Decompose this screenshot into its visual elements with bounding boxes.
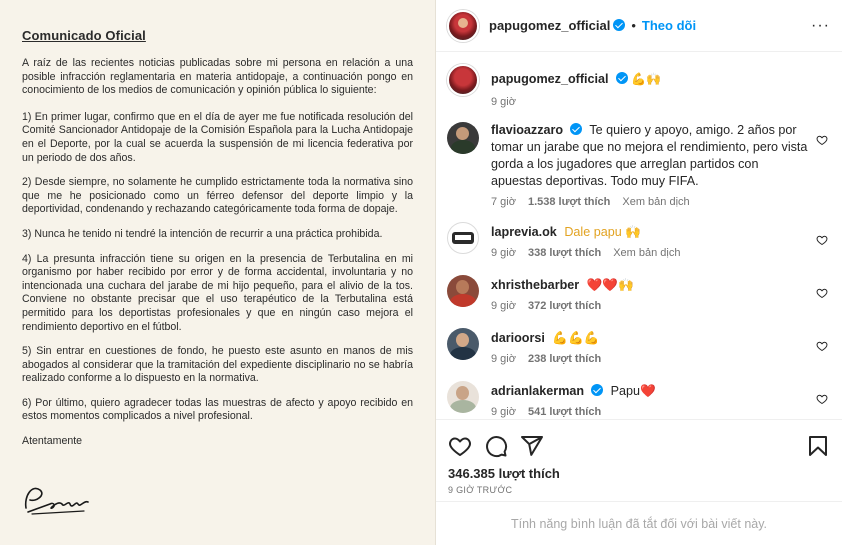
comments-disabled-notice: Tính năng bình luận đã tắt đối với bài v… <box>436 501 842 545</box>
document-point-1: 1) En primer lugar, confirmo que en el d… <box>22 110 413 164</box>
comment-username[interactable]: laprevia.ok <box>491 225 557 239</box>
verified-badge-icon <box>615 72 628 84</box>
comment-likes[interactable]: 1.538 lượt thích <box>528 196 610 208</box>
heart-icon[interactable] <box>816 393 828 405</box>
heart-icon[interactable] <box>816 234 828 246</box>
post-panel: papugomez_official • Theo dõi ··· papugo… <box>436 0 842 545</box>
separator-dot: • <box>631 18 636 33</box>
post-actions: 346.385 lượt thích 9 giờ trước <box>436 419 842 495</box>
comment-item: xhristhebarber ❤️❤️🙌 9 giờ 372 lượt thíc… <box>447 275 830 312</box>
comment-time[interactable]: 9 giờ <box>491 353 516 365</box>
comment-time[interactable]: 9 giờ <box>491 406 516 418</box>
heart-icon[interactable] <box>448 434 472 458</box>
comment-likes[interactable]: 541 lượt thích <box>528 406 601 418</box>
caption-text: 💪🙌 <box>631 72 661 86</box>
heart-icon[interactable] <box>816 340 828 352</box>
document-point-6: 6) Por último, quiero agradecer todas la… <box>22 396 413 423</box>
translate-link[interactable]: Xem bản dịch <box>622 196 689 208</box>
document-closing: Atentamente <box>22 435 83 448</box>
comment-username[interactable]: adrianlakerman <box>491 384 584 398</box>
comment-item: darioorsi 💪💪💪 9 giờ 238 lượt thích <box>447 328 830 365</box>
comment-username[interactable]: darioorsi <box>491 331 545 345</box>
comment-avatar[interactable] <box>447 381 479 413</box>
comment-avatar[interactable] <box>447 222 479 254</box>
document-point-5: 5) Sin entrar en cuestiones de fondo, he… <box>22 345 413 385</box>
comment-avatar[interactable] <box>447 328 479 360</box>
comment-item: laprevia.ok Dale papu 🙌 9 giờ 338 lượt t… <box>447 222 830 259</box>
comment-likes[interactable]: 238 lượt thích <box>528 353 601 365</box>
author-username-link[interactable]: papugomez_official <box>489 18 626 33</box>
translate-link[interactable]: Xem bản dịch <box>613 247 680 259</box>
comment-avatar[interactable] <box>447 122 479 154</box>
action-row <box>448 428 830 464</box>
verified-badge-icon <box>570 123 583 135</box>
caption-avatar[interactable] <box>447 64 479 96</box>
comment-icon[interactable] <box>484 434 508 458</box>
comment-avatar[interactable] <box>447 275 479 307</box>
verified-badge-icon <box>591 384 604 396</box>
heart-icon[interactable] <box>816 134 828 146</box>
comment-text: ❤️❤️🙌 <box>586 278 634 292</box>
document-point-2: 2) Desde siempre, no solamente he cumpli… <box>22 176 413 216</box>
comment-time[interactable]: 7 giờ <box>491 196 516 208</box>
comment-text: 💪💪💪 <box>552 331 600 345</box>
comment-username[interactable]: flavioazzaro <box>491 123 563 137</box>
follow-button[interactable]: Theo dõi <box>642 18 696 33</box>
likes-count[interactable]: 346.385 lượt thích <box>448 466 830 481</box>
post-time[interactable]: 9 giờ trước <box>448 485 830 495</box>
comments-list[interactable]: papugomez_official 💪🙌 9 giờ flavioazzaro… <box>436 52 842 419</box>
verified-badge-icon <box>613 19 626 31</box>
post-image: Comunicado Oficial A raíz de las recient… <box>0 0 436 545</box>
share-icon[interactable] <box>520 434 544 458</box>
comment-time[interactable]: 9 giờ <box>491 300 516 312</box>
author-username: papugomez_official <box>489 18 611 33</box>
document-intro: A raíz de las recientes noticias publica… <box>22 57 413 97</box>
caption-username[interactable]: papugomez_official <box>491 72 609 86</box>
comment-text: Dale papu 🙌 <box>564 225 641 239</box>
heart-icon[interactable] <box>816 287 828 299</box>
more-options-icon[interactable]: ··· <box>811 17 830 35</box>
comment-likes[interactable]: 372 lượt thích <box>528 300 601 312</box>
signature-image <box>24 487 89 515</box>
document-point-4: 4) La presunta infracción tiene su orige… <box>22 252 413 333</box>
comment-text: Papu❤️ <box>610 384 656 398</box>
comment-item: adrianlakerman Papu❤️ 9 giờ 541 lượt thí… <box>447 381 830 418</box>
comment-time[interactable]: 9 giờ <box>491 247 516 259</box>
document-title: Comunicado Oficial <box>22 28 146 43</box>
comment-username[interactable]: xhristhebarber <box>491 278 579 292</box>
post-header: papugomez_official • Theo dõi ··· <box>436 0 842 52</box>
caption-time[interactable]: 9 giờ <box>491 96 516 108</box>
comment-item: flavioazzaro Te quiero y apoyo, amigo. 2… <box>447 122 830 208</box>
comment-likes[interactable]: 338 lượt thích <box>528 247 601 259</box>
document-point-3: 3) Nunca he tenido ni tendré la intenció… <box>22 227 383 240</box>
author-avatar[interactable] <box>447 9 479 42</box>
bookmark-icon[interactable] <box>806 434 830 458</box>
caption: papugomez_official 💪🙌 9 giờ <box>447 64 830 108</box>
